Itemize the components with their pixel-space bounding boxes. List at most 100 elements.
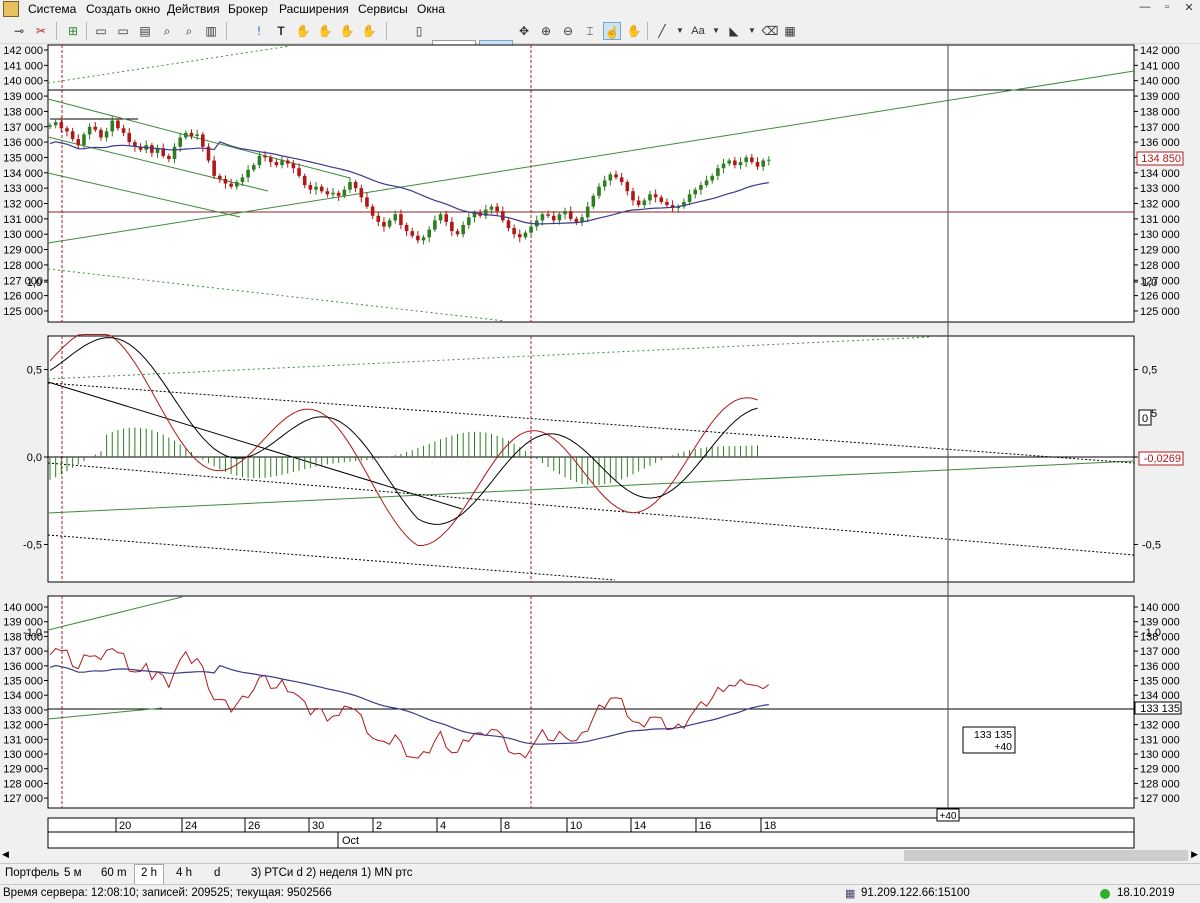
toolbar: ⊸ ✂ ⊞ ▭ ▭ ▤ ⌕ ⌕ ▥ ! T ✋ ✋ ✋ ✋ ▯ H2 ▼ + ▼… bbox=[0, 19, 1200, 59]
candle-body bbox=[70, 131, 75, 140]
tab-60m[interactable]: 60 m bbox=[101, 867, 127, 879]
alert-icon[interactable]: ! bbox=[250, 22, 268, 40]
scroll-thumb[interactable] bbox=[904, 850, 1188, 861]
candle-body bbox=[427, 229, 432, 238]
new-chart-icon[interactable]: ⊞ bbox=[64, 22, 82, 40]
restore-icon[interactable]: ▫ bbox=[1156, 1, 1178, 17]
line-tick-label-right: 136 000 bbox=[1140, 661, 1180, 673]
pointer-hand-icon[interactable]: ☝ bbox=[603, 22, 621, 40]
candle-body bbox=[325, 191, 330, 195]
candle-body bbox=[218, 175, 222, 179]
chevron-down-icon[interactable]: ▼ bbox=[707, 22, 725, 40]
menu-windows[interactable]: Окна bbox=[417, 2, 445, 16]
marker-icon[interactable]: ◣ bbox=[725, 22, 743, 40]
line-tick-label-right: 135 000 bbox=[1140, 676, 1180, 688]
tab-d[interactable]: d bbox=[214, 867, 220, 879]
candle-body bbox=[495, 206, 499, 212]
menu-actions[interactable]: Действия bbox=[167, 2, 220, 16]
ruler-icon[interactable]: ⌶ bbox=[581, 22, 599, 40]
candle-body bbox=[750, 157, 754, 163]
candle-body bbox=[585, 206, 590, 218]
candle-body bbox=[382, 221, 386, 227]
candle-body bbox=[234, 182, 239, 187]
tab-week[interactable]: 2) неделя bbox=[306, 867, 358, 879]
minimize-icon[interactable]: — bbox=[1134, 1, 1156, 17]
grab-icon[interactable]: ✋ bbox=[625, 22, 643, 40]
candle-body bbox=[257, 155, 262, 166]
candle-body bbox=[642, 200, 647, 206]
menu-services[interactable]: Сервисы bbox=[358, 2, 408, 16]
hand2-icon[interactable]: ✋ bbox=[316, 22, 334, 40]
time-label: 18 bbox=[764, 820, 776, 832]
search-icon[interactable]: ⌕ bbox=[180, 22, 198, 40]
chart-icon[interactable]: ▥ bbox=[202, 22, 220, 40]
status-bar: Время сервера: 12:08:10; записей: 209525… bbox=[0, 884, 1200, 903]
doc-icon[interactable]: ▯ bbox=[410, 22, 428, 40]
line-panel[interactable] bbox=[47, 595, 1135, 809]
tab-portfolio[interactable]: Портфель bbox=[5, 867, 59, 879]
line-level-label: 133 135 bbox=[1140, 703, 1180, 715]
move-icon[interactable]: ✥ bbox=[515, 22, 533, 40]
connect-icon[interactable]: ✂ bbox=[32, 22, 50, 40]
candle-body bbox=[110, 120, 115, 132]
eraser-icon[interactable]: ⌫ bbox=[761, 22, 779, 40]
chevron-down-icon[interactable]: ▼ bbox=[671, 22, 689, 40]
text-icon[interactable]: T bbox=[272, 22, 290, 40]
scroll-left-icon[interactable]: ◀ bbox=[2, 849, 9, 860]
tab-mn-rts[interactable]: 1) MN ртс bbox=[361, 867, 413, 879]
line-tick-label-left: 130 000 bbox=[3, 749, 43, 761]
candle-body bbox=[461, 224, 465, 235]
line-tick-label-right: 137 000 bbox=[1140, 646, 1180, 658]
chart-area[interactable]: 142 000 142 000141 000 141 000140 000 140 0… bbox=[0, 43, 1200, 849]
candle-body bbox=[59, 122, 64, 129]
menu-extensions[interactable]: Расширения bbox=[279, 2, 349, 16]
time-label: 24 bbox=[185, 820, 197, 832]
horizontal-scrollbar[interactable]: ◀ ▶ bbox=[0, 849, 1200, 862]
text-aa-icon[interactable]: Aa bbox=[689, 22, 707, 40]
price-panel[interactable] bbox=[47, 44, 1135, 323]
layers-icon[interactable]: ▦ bbox=[781, 22, 799, 40]
zoom-chart-icon[interactable]: ⌕ bbox=[158, 22, 176, 40]
window2-icon[interactable]: ▭ bbox=[114, 22, 132, 40]
price-tick-label-left: 139 000 bbox=[3, 91, 43, 103]
window-icon[interactable]: ▭ bbox=[92, 22, 110, 40]
menu-new-window[interactable]: Создать окно bbox=[86, 2, 160, 16]
line-icon[interactable]: ╱ bbox=[653, 22, 671, 40]
menu-broker[interactable]: Брокер bbox=[228, 2, 268, 16]
candle-body bbox=[195, 134, 199, 136]
tab-5m[interactable]: 5 м bbox=[64, 867, 82, 879]
menu-system[interactable]: Система bbox=[28, 2, 76, 16]
hand3-icon[interactable]: ✋ bbox=[338, 22, 356, 40]
candle-body bbox=[557, 214, 562, 221]
chevron-down-icon[interactable]: ▼ bbox=[743, 22, 761, 40]
time-label: 4 bbox=[440, 820, 446, 832]
hand-icon[interactable]: ✋ bbox=[294, 22, 312, 40]
candle-body bbox=[755, 162, 760, 167]
osc-tick-label-right: 1,0 bbox=[1142, 277, 1157, 289]
link-icon[interactable]: ⊸ bbox=[10, 22, 28, 40]
candle-body bbox=[540, 214, 545, 221]
tab-2h[interactable]: 2 h bbox=[134, 864, 164, 884]
candle-body bbox=[744, 157, 748, 163]
price-tick-label-left: 140 000 bbox=[3, 76, 43, 88]
price-tick-label-right: 140 000 bbox=[1140, 76, 1180, 88]
tab-4h[interactable]: 4 h bbox=[176, 867, 192, 879]
osc-top-label: 0 bbox=[1142, 413, 1148, 425]
oscillator-panel[interactable] bbox=[47, 335, 1135, 583]
tab-rts-d[interactable]: 3) РТСи d bbox=[251, 867, 303, 879]
osc-tick-label-left: 0,5 bbox=[27, 365, 42, 377]
close-icon[interactable]: ✕ bbox=[1178, 1, 1200, 17]
time-label: 10 bbox=[570, 820, 582, 832]
scroll-right-icon[interactable]: ▶ bbox=[1191, 849, 1198, 860]
candle-body bbox=[433, 220, 437, 230]
candle-body bbox=[263, 155, 267, 158]
zoom-out-icon[interactable]: ⊖ bbox=[559, 22, 577, 40]
portfolio-icon[interactable]: ▤ bbox=[136, 22, 154, 40]
candle-body bbox=[376, 215, 381, 222]
price-tick-label-left: 138 000 bbox=[3, 106, 43, 118]
zoom-in-icon[interactable]: ⊕ bbox=[537, 22, 555, 40]
candle-body bbox=[574, 218, 579, 222]
candle-body bbox=[529, 226, 533, 233]
candle-body bbox=[127, 132, 132, 143]
hand4-icon[interactable]: ✋ bbox=[360, 22, 378, 40]
